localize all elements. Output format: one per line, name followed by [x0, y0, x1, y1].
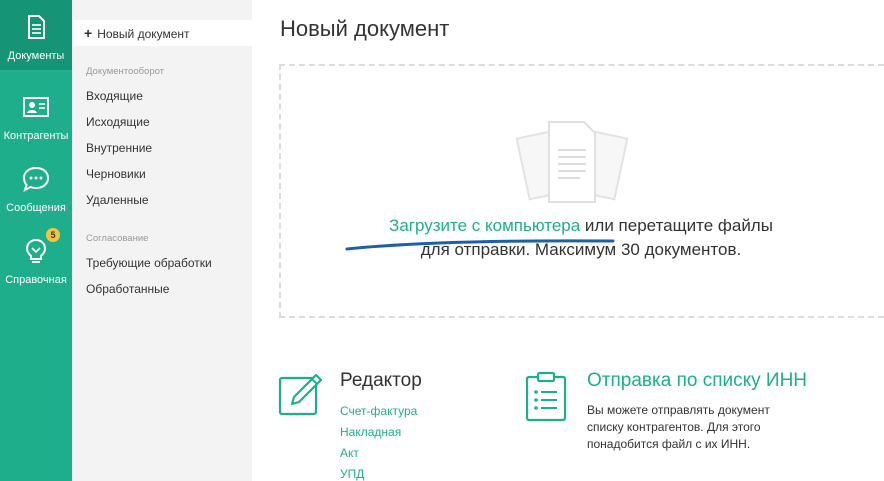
section-title-approval: Согласование — [86, 233, 149, 244]
rail-item-label: Справочная — [5, 274, 67, 286]
lightbulb-icon — [25, 238, 47, 263]
document-icon — [28, 15, 45, 39]
nav-item-pending[interactable]: Требующие обработки — [86, 256, 212, 270]
rail-item-label: Документы — [7, 50, 65, 62]
secondary-nav: + Новый документ Документооборот Входящие… — [72, 0, 252, 481]
edit-pencil-icon — [278, 373, 323, 416]
plus-icon: + — [84, 25, 93, 41]
app-rail: Документы Контрагенты Сообщения 5 Справо… — [0, 0, 72, 481]
chat-bubble-icon — [22, 166, 50, 193]
rail-item-documents[interactable]: Документы — [0, 0, 72, 70]
rail-item-messages[interactable]: Сообщения — [0, 152, 72, 222]
nav-item-drafts[interactable]: Черновики — [86, 167, 146, 181]
new-document-button[interactable]: + Новый документ — [72, 20, 252, 46]
rail-item-contractors[interactable]: Контрагенты — [0, 80, 72, 150]
rail-item-label: Сообщения — [6, 202, 66, 214]
editor-title: Редактор — [340, 370, 422, 391]
hand-drawn-underline — [345, 239, 615, 251]
send-by-inn-description: Вы можете отправлять документ списку кон… — [587, 403, 770, 451]
editor-link-act[interactable]: Акт — [340, 446, 359, 460]
send-by-inn-link[interactable]: Отправка по списку ИНН — [587, 370, 807, 392]
nav-item-processed[interactable]: Обработанные — [86, 282, 169, 296]
nav-item-internal[interactable]: Внутренние — [86, 141, 152, 155]
new-document-label: Новый документ — [97, 27, 190, 41]
rail-item-label: Контрагенты — [3, 130, 69, 142]
editor-link-invoice[interactable]: Счет-фактура — [340, 404, 417, 418]
editor-link-upd[interactable]: УПД — [340, 467, 364, 481]
drop-instructions-rest: или перетащите файлы — [580, 216, 773, 235]
editor-link-waybill[interactable]: Накладная — [340, 425, 401, 439]
file-drop-zone[interactable]: Загрузите с компьютера или перетащите фа… — [279, 64, 884, 318]
documents-stack-icon — [515, 121, 629, 203]
upload-from-computer-link[interactable]: Загрузите с компьютера — [389, 216, 580, 235]
page-title: Новый документ — [280, 16, 450, 41]
clipboard-list-icon — [525, 371, 567, 422]
section-title-workflow: Документооборот — [86, 66, 165, 77]
nav-item-deleted[interactable]: Удаленные — [86, 193, 149, 207]
rail-item-help[interactable]: 5 Справочная — [0, 224, 72, 294]
contact-card-icon — [23, 97, 49, 117]
nav-item-incoming[interactable]: Входящие — [86, 89, 143, 103]
nav-item-outgoing[interactable]: Исходящие — [86, 115, 150, 129]
drop-instructions: Загрузите с компьютера или перетащите фа… — [281, 216, 881, 236]
notification-badge: 5 — [46, 228, 60, 242]
